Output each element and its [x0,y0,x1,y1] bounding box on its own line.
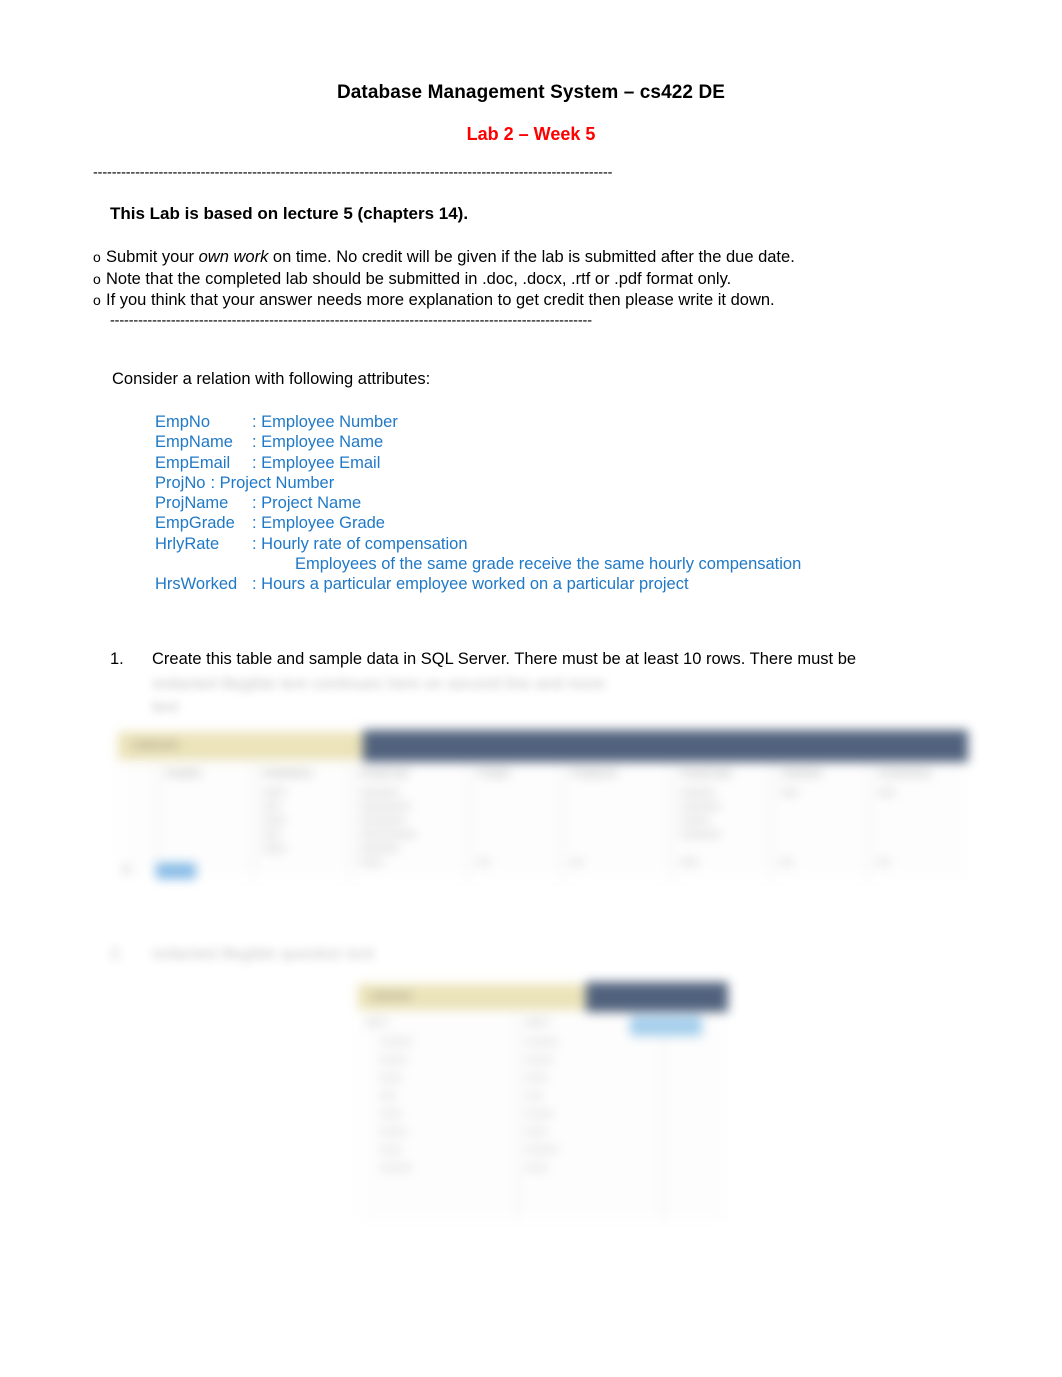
question-text: Create this table and sample data in SQL… [152,650,857,668]
results-grid: col-1 col-2 aaaaaa aaaaa aaaa aaa aaaa a… [358,1014,728,1220]
attribute-name: HrsWorked [155,575,238,594]
results-column-header: EmpNo [166,767,202,779]
question-number: 2. [110,945,124,963]
attribute-definition-list: EmpNo : Employee Number EmpName : Employ… [155,412,801,595]
bullet-marker-icon: o [93,270,101,287]
attribute-name: HrlyRate [155,534,220,553]
attribute-name: EmpGrade [155,514,235,533]
results-tab-label: redacted [132,739,179,751]
bullet-marker-icon: o [93,292,101,308]
results-tab-bar: redacted [118,730,968,762]
lab-basis-note: This Lab is based on lecture 5 (chapters… [110,204,469,223]
horizontal-rule-middle: ----------------------------------------… [110,314,592,328]
results-column-header: EmpEmail [360,767,408,779]
results-column-header: EmpName [263,767,313,779]
list-item-text: Note that the completed lab should be su… [106,269,732,288]
attribute-description: : Employee Email [252,453,381,472]
attribute-name: EmpName [155,433,233,452]
question-text-redacted-line-2: redacted illegible text continues here o… [152,675,606,693]
attribute-name: ProjNo [155,473,206,492]
attribute-row: ProjName : Project Name [155,493,801,513]
attribute-row: EmpEmail : Employee Email [155,453,801,473]
question-item-2: 2. redacted illegible question text [110,943,730,966]
results-selected-cell[interactable] [156,863,196,879]
attribute-name: ProjName [155,494,229,513]
results-column-header: col-2 [526,1017,548,1028]
list-item-text: Submit your own work on time. No credit … [106,247,795,269]
list-item: o If you think that your answer needs mo… [93,290,993,312]
results-column-header: HrsWorked [878,767,931,779]
question-item-1: 1. Create this table and sample data in … [110,648,990,719]
results-column-header: HrlyRate [781,767,822,779]
instructions-list: o Submit your own work on time. No credi… [93,247,993,312]
question-text-redacted-line-3: text [152,698,179,716]
attribute-row: EmpName : Employee Name [155,432,801,452]
list-item-text-post: on time. No credit will be given if the … [268,248,795,266]
attribute-row: HrlyRate : Hourly rate of compensation [155,534,801,554]
consider-relation-text: Consider a relation with following attri… [112,370,431,388]
results-grid-header-bar [363,730,968,762]
results-tab-label: redacted [370,990,411,1002]
results-selected-cell[interactable] [630,1016,702,1036]
question-text: redacted illegible question text [152,945,374,963]
page-subtitle: Lab 2 – Week 5 [466,124,596,144]
attribute-description: : Employee Number [252,413,398,431]
sql-server-results-grid-screenshot-2: redacted col-1 col-2 aaaaaa aaaaa aaaa a… [358,982,728,1220]
attribute-description: : Hourly rate of compensation [252,534,468,553]
document-page: Database Management System – cs422 DE La… [0,0,1062,1377]
results-column-header: col-1 [366,1017,388,1028]
question-body: Create this table and sample data in SQL… [152,648,990,719]
results-column-header: EmpGrade [681,767,732,779]
results-column-header: ProjNo [478,767,511,779]
attribute-row: HrsWorked : Hours a particular employee … [155,574,801,594]
list-item: o Submit your own work on time. No credi… [93,247,993,269]
question-number: 1. [110,650,124,668]
attribute-description: : Employee Name [252,433,384,452]
attribute-description: : Project Number [210,473,335,492]
list-item: o Note that the completed lab should be … [93,269,993,291]
list-item-text: If you think that your answer needs more… [106,291,775,309]
bullet-marker-icon: o [93,249,101,265]
attribute-row: EmpGrade : Employee Grade [155,513,801,533]
results-row-marker: ▶ [124,864,132,875]
results-column-header: ProjName [571,767,618,779]
attribute-continuation-note: Employees of the same grade receive the … [295,555,802,574]
results-grid-header-bar [586,982,728,1012]
attribute-row: EmpNo : Employee Number [155,412,801,432]
attribute-name: EmpNo [155,413,211,431]
sql-server-results-grid-screenshot-1: redacted EmpNo EmpName EmpEmail ProjNo P… [118,730,968,879]
results-tab-active: redacted [118,732,363,760]
horizontal-rule-top: ----------------------------------------… [93,166,613,180]
attribute-row: ProjNo : Project Number [155,473,801,493]
attribute-description: : Hours a particular employee worked on … [252,575,689,594]
list-item-text-emphasis: own work [198,248,269,266]
list-item-text-pre: Submit your [106,248,199,266]
attribute-description: : Employee Grade [252,514,385,533]
results-tab-active: redacted [358,984,586,1010]
results-grid: EmpNo EmpName EmpEmail ProjNo ProjName E… [118,763,968,879]
attribute-name: EmpEmail [155,453,231,472]
page-title: Database Management System – cs422 DE [336,82,726,103]
attribute-description: : Project Name [252,494,362,513]
